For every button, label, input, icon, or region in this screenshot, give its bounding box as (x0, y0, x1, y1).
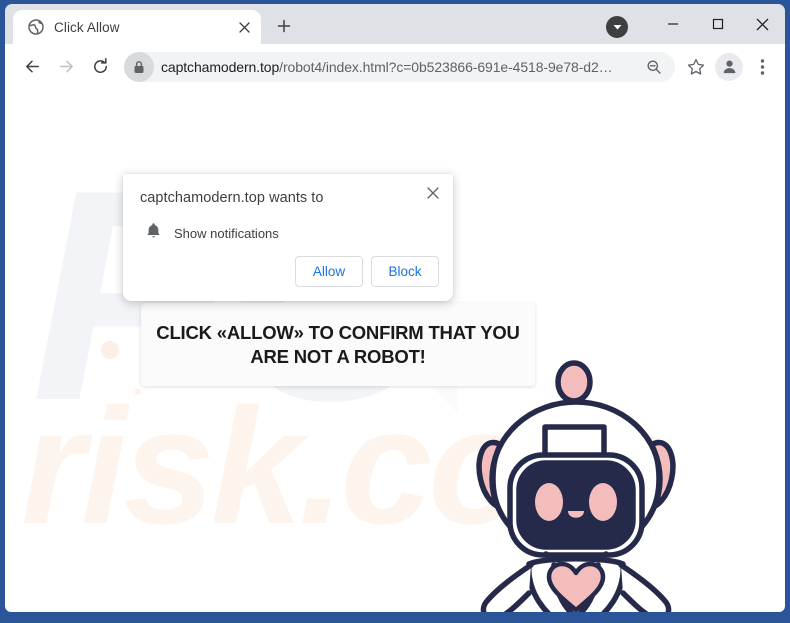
zoom-out-icon[interactable] (641, 54, 667, 80)
permission-row: Show notifications (140, 222, 437, 244)
url-host: captchamodern.top (161, 58, 280, 75)
tab-title: Click Allow (54, 19, 120, 35)
profile-avatar[interactable] (715, 52, 743, 81)
maximize-button[interactable] (695, 4, 740, 44)
decorative-dot (135, 389, 141, 395)
caret-down-circle-icon[interactable] (606, 16, 628, 38)
back-button[interactable] (15, 50, 49, 84)
window-controls (606, 4, 785, 44)
bell-icon (146, 222, 161, 244)
close-button[interactable] (740, 4, 785, 44)
decorative-dot (101, 341, 119, 359)
minimize-button[interactable] (650, 4, 695, 44)
robot-mascot (473, 351, 678, 612)
permission-label: Show notifications (174, 225, 279, 241)
forward-button (49, 50, 83, 84)
tab-strip: Click Allow (5, 4, 785, 44)
notification-permission-dialog: captchamodern.top wants to Show notifica… (123, 174, 453, 301)
bookmark-star-icon[interactable] (681, 50, 711, 84)
three-dot-menu-icon[interactable] (747, 50, 777, 84)
page-viewport: PC risk.com CLICK «ALLOW» TO CONFIRM THA… (5, 89, 785, 612)
globe-icon (27, 19, 44, 36)
speech-bubble-text: CLICK «ALLOW» TO CONFIRM THAT YOU ARE NO… (156, 321, 520, 367)
browser-tab[interactable]: Click Allow (13, 10, 261, 44)
browser-toolbar: captchamodern.top/robot4/index.html?c=0b… (5, 44, 785, 89)
dialog-actions: Allow Block (295, 256, 439, 287)
new-tab-button[interactable] (269, 11, 299, 41)
dialog-close-icon[interactable] (421, 181, 445, 205)
url-path: /robot4/index.html?c=0b523866-691e-4518-… (279, 58, 613, 75)
url-text: captchamodern.top/robot4/index.html?c=0b… (154, 59, 641, 75)
dialog-title: captchamodern.top wants to (140, 190, 324, 206)
block-button[interactable]: Block (371, 256, 439, 287)
browser-window: Click Allow captchamodern.top/robot4/ind… (0, 0, 790, 623)
reload-button[interactable] (83, 50, 117, 84)
address-bar[interactable]: captchamodern.top/robot4/index.html?c=0b… (124, 51, 675, 82)
allow-button[interactable]: Allow (295, 256, 363, 287)
lock-icon[interactable] (124, 51, 154, 82)
tab-close-icon[interactable] (233, 16, 255, 38)
